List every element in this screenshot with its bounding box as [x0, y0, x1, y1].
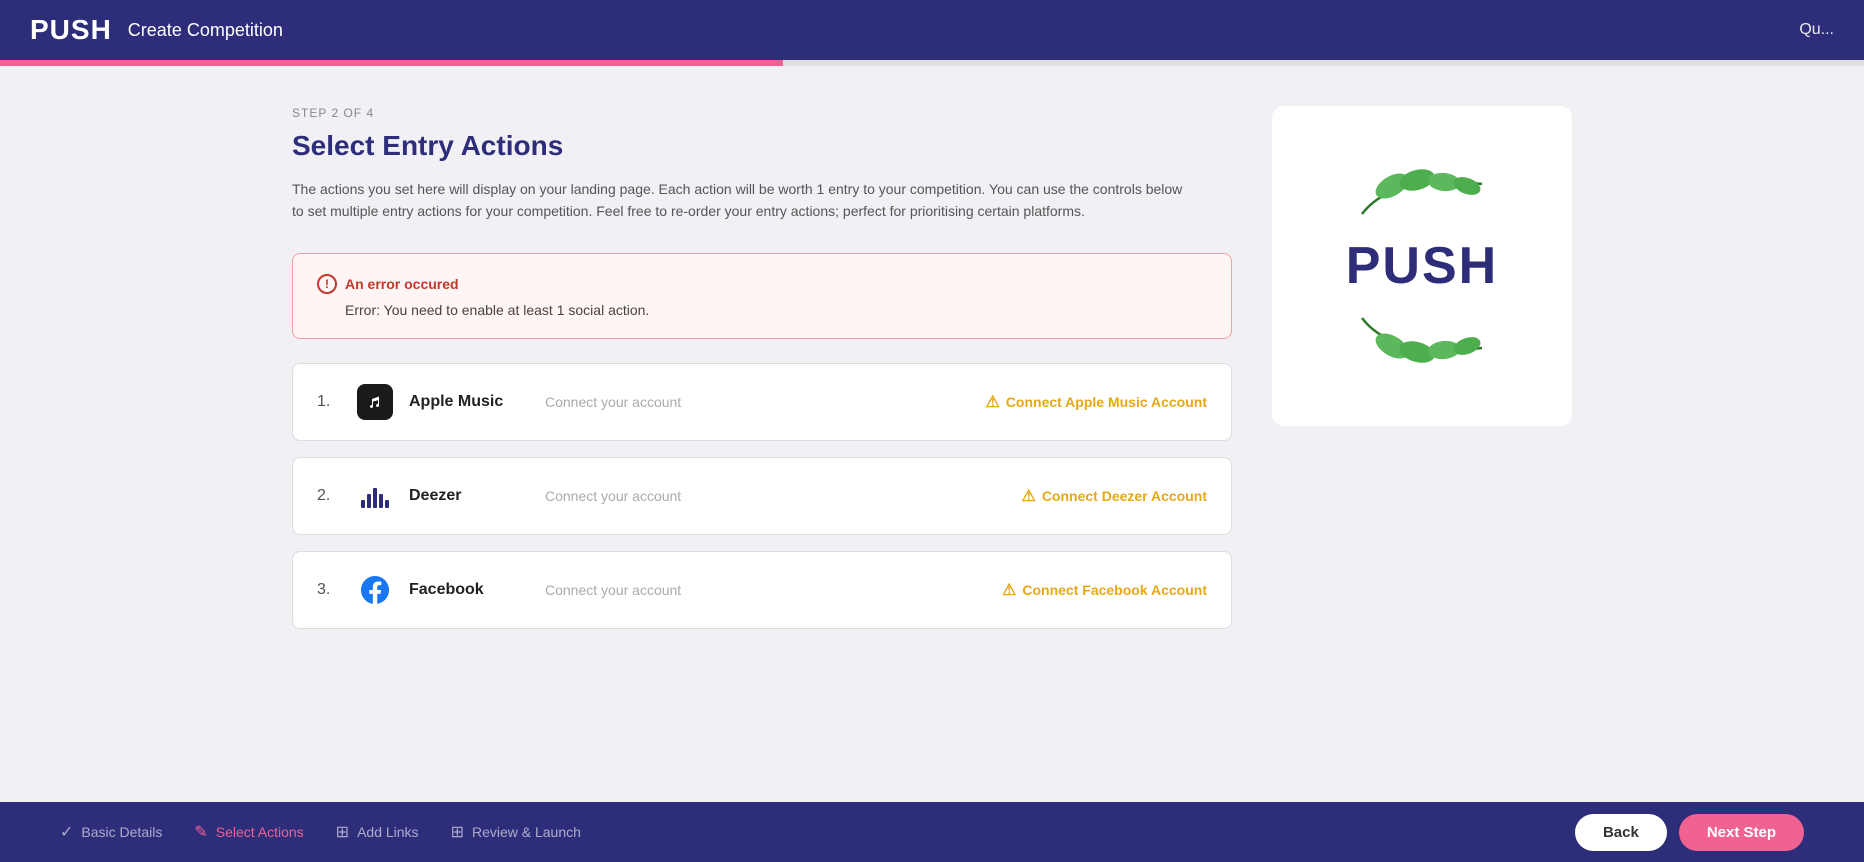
apple-music-icon — [357, 384, 393, 420]
connect-apple-music-button[interactable]: ⚠ Connect Apple Music Account — [985, 392, 1207, 412]
warning-icon-apple-music: ⚠ — [985, 392, 999, 412]
footer-buttons: Back Next Step — [1575, 814, 1804, 851]
deezer-bar-1 — [361, 500, 365, 508]
connect-facebook-label: Connect Facebook Account — [1022, 582, 1207, 598]
deezer-bar-3 — [373, 488, 377, 508]
footer-step-review-launch-label: Review & Launch — [472, 824, 581, 840]
logo: PUSH — [30, 14, 112, 46]
error-title-text: An error occured — [345, 276, 459, 292]
footer-bar: ✓ Basic Details ✎ Select Actions ⊞ Add L… — [0, 802, 1864, 862]
action-name-facebook: Facebook — [409, 581, 529, 599]
deezer-bar-4 — [379, 494, 383, 508]
action-card-apple-music: 1. Apple Music Connect your account ⚠ Co… — [292, 363, 1232, 441]
error-icon: ! — [317, 274, 337, 294]
grid-icon-links: ⊞ — [336, 822, 349, 842]
header-title: Create Competition — [128, 20, 283, 41]
action-subtitle-facebook: Connect your account — [545, 582, 986, 598]
sidebar-card: PUSH — [1272, 106, 1572, 426]
facebook-icon — [357, 572, 393, 608]
footer-step-add-links-label: Add Links — [357, 824, 418, 840]
main-layout: STEP 2 OF 4 Select Entry Actions The act… — [232, 66, 1632, 745]
footer-steps: ✓ Basic Details ✎ Select Actions ⊞ Add L… — [60, 822, 581, 842]
action-name-apple-music: Apple Music — [409, 393, 529, 411]
progress-bar-fill — [0, 60, 783, 66]
error-box: ! An error occured Error: You need to en… — [292, 253, 1232, 339]
action-number-2: 2. — [317, 487, 341, 505]
error-title: ! An error occured — [317, 274, 1207, 294]
connect-apple-music-label: Connect Apple Music Account — [1006, 394, 1207, 410]
content-area: STEP 2 OF 4 Select Entry Actions The act… — [292, 106, 1272, 645]
footer-step-select-actions: ✎ Select Actions — [194, 822, 303, 842]
push-logo-large: PUSH — [1346, 240, 1498, 292]
footer-step-basic-details-label: Basic Details — [81, 824, 162, 840]
page-description: The actions you set here will display on… — [292, 178, 1192, 223]
footer-step-select-actions-label: Select Actions — [216, 824, 304, 840]
connect-deezer-button[interactable]: ⚠ Connect Deezer Account — [1021, 486, 1207, 506]
action-number-1: 1. — [317, 393, 341, 411]
leaf-top-decoration — [1352, 164, 1492, 224]
connect-facebook-button[interactable]: ⚠ Connect Facebook Account — [1002, 580, 1207, 600]
deezer-bar-2 — [367, 494, 371, 508]
warning-icon-facebook: ⚠ — [1002, 580, 1016, 600]
grid-icon-review: ⊞ — [451, 822, 464, 842]
deezer-icon — [357, 478, 393, 514]
sidebar-area: PUSH — [1272, 106, 1572, 645]
action-card-deezer: 2. Deezer Connect your account ⚠ Connect… — [292, 457, 1232, 535]
leaf-bottom-decoration — [1352, 308, 1492, 368]
page-title: Select Entry Actions — [292, 130, 1232, 162]
quit-button[interactable]: Qu... — [1799, 21, 1834, 39]
footer-step-add-links: ⊞ Add Links — [336, 822, 419, 842]
footer-step-review-launch: ⊞ Review & Launch — [451, 822, 581, 842]
deezer-bar-5 — [385, 500, 389, 508]
warning-icon-deezer: ⚠ — [1021, 486, 1035, 506]
action-card-facebook: 3. Facebook Connect your account ⚠ Conne… — [292, 551, 1232, 629]
header: PUSH Create Competition Qu... — [0, 0, 1864, 60]
next-step-button[interactable]: Next Step — [1679, 814, 1804, 851]
action-name-deezer: Deezer — [409, 487, 529, 505]
action-subtitle-deezer: Connect your account — [545, 488, 1005, 504]
header-left: PUSH Create Competition — [30, 14, 283, 46]
connect-deezer-label: Connect Deezer Account — [1042, 488, 1207, 504]
back-button[interactable]: Back — [1575, 814, 1667, 851]
footer-step-basic-details: ✓ Basic Details — [60, 822, 162, 842]
edit-icon: ✎ — [194, 822, 207, 842]
action-number-3: 3. — [317, 581, 341, 599]
progress-bar-container — [0, 60, 1864, 66]
error-message: Error: You need to enable at least 1 soc… — [317, 302, 1207, 318]
step-indicator: STEP 2 OF 4 — [292, 106, 1232, 120]
check-icon: ✓ — [60, 822, 73, 842]
action-subtitle-apple-music: Connect your account — [545, 394, 969, 410]
